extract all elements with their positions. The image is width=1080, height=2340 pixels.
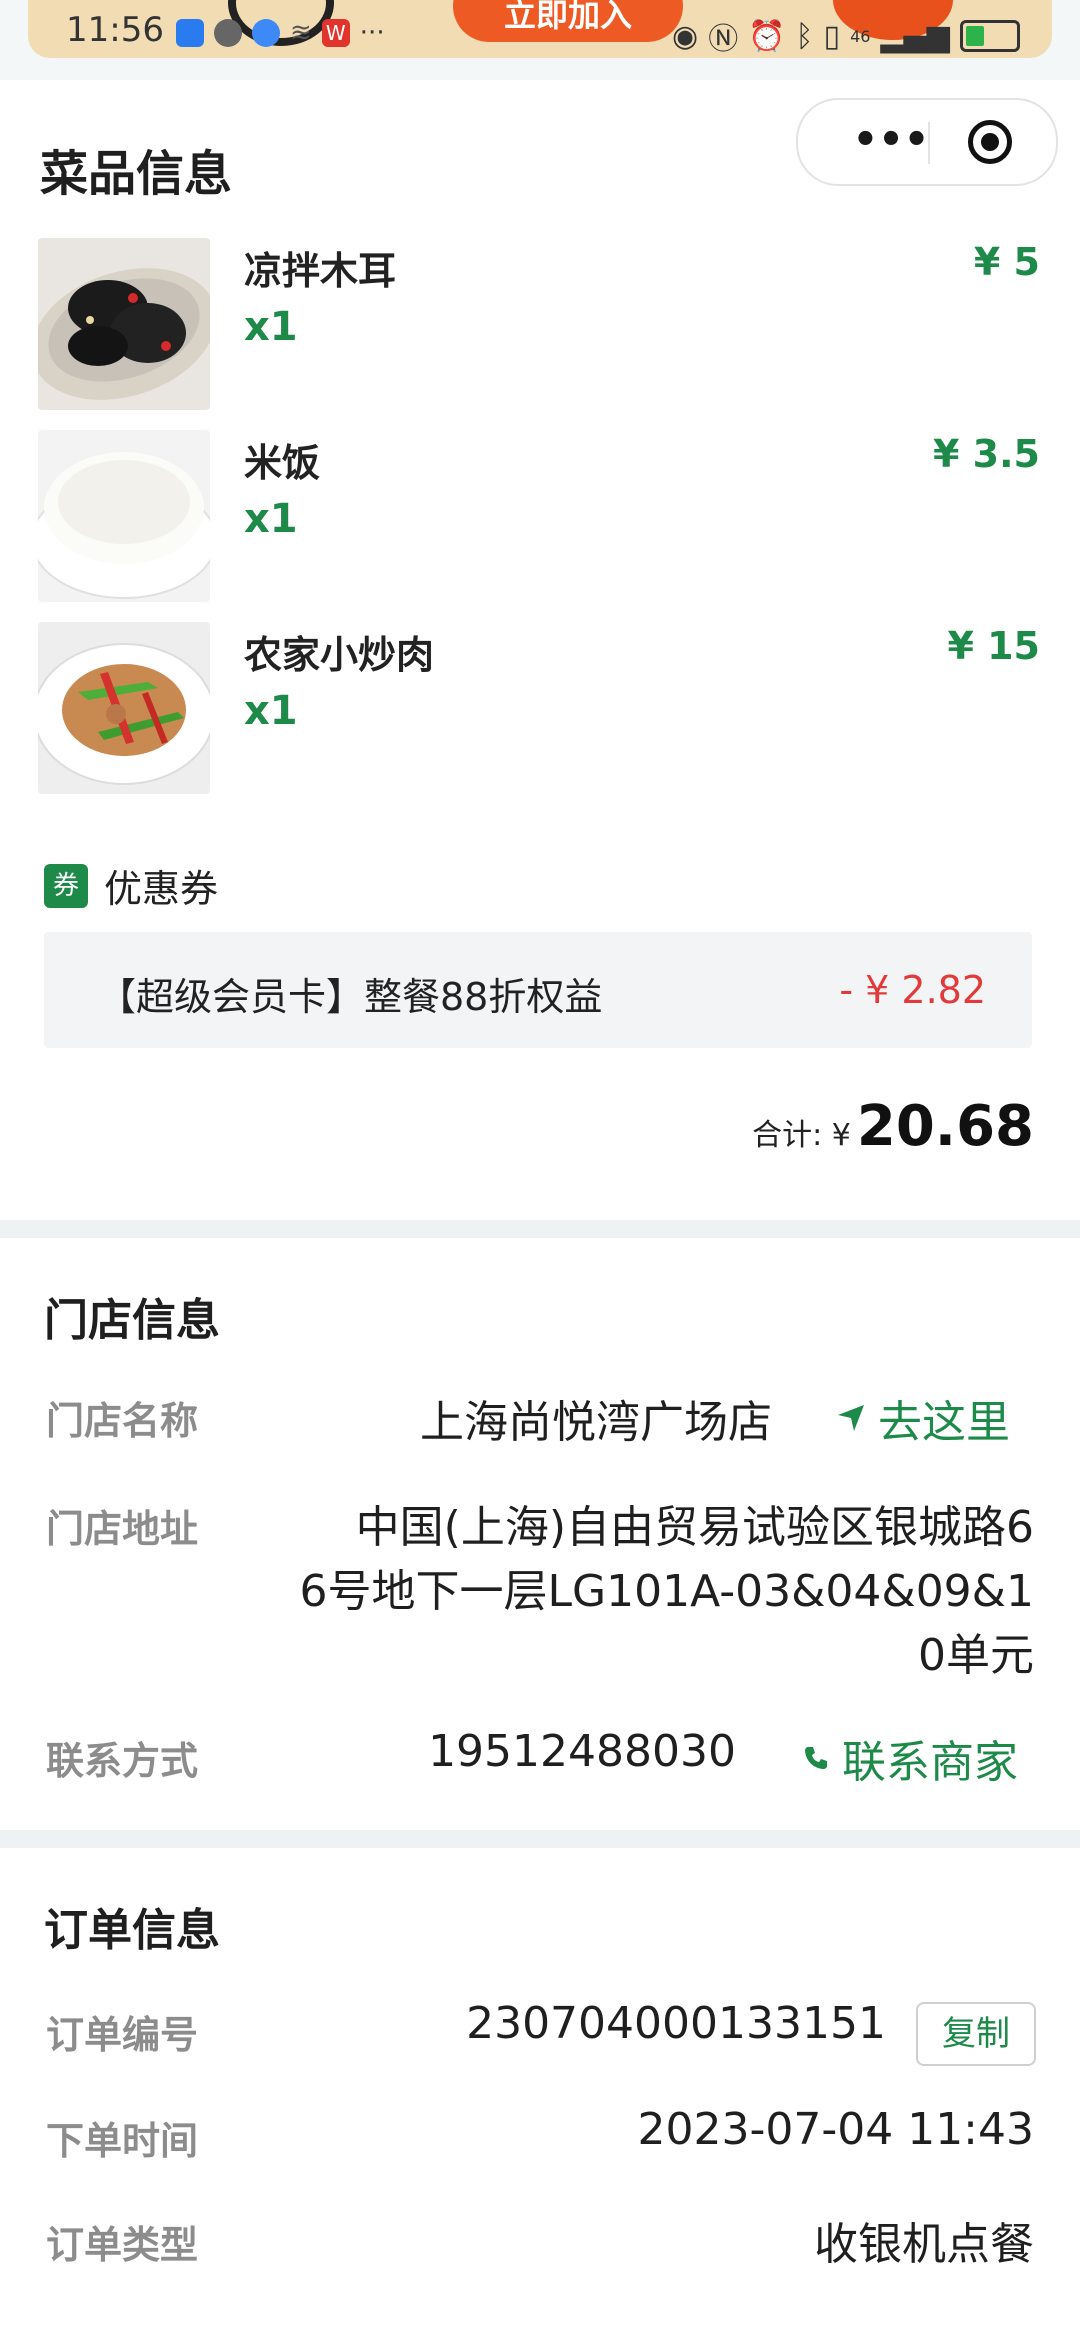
dish-quantity: x1 [244, 496, 298, 542]
dish-name: 农家小炒肉 [244, 633, 435, 677]
list-item: 农家小炒肉 x1 ¥ 15 [0, 622, 1080, 802]
network-type: 46 [850, 26, 871, 46]
browser-icon [252, 19, 280, 47]
nfc-icon: Ⓝ [708, 22, 739, 57]
dish-image [38, 238, 210, 410]
order-number-value: 230704000133151 [466, 1998, 886, 2049]
dish-price: ¥ 5 [973, 240, 1040, 284]
order-time-value: 2023-07-04 11:43 [637, 2104, 1035, 2155]
signal-icon: ▂▄▆ [880, 18, 950, 54]
dish-quantity: x1 [244, 304, 298, 350]
vibrate-icon: ▯ [823, 18, 841, 54]
miniprogram-capsule: ••• [796, 98, 1058, 186]
order-number-label: 订单编号 [46, 2013, 199, 2057]
navigate-label: 去这里 [878, 1397, 1010, 1448]
order-total: 合计: ¥ 20.68 [752, 1094, 1034, 1159]
list-item: 米饭 x1 ¥ 3.5 [0, 430, 1080, 610]
close-miniprogram-icon[interactable] [968, 120, 1012, 164]
store-contact-label: 联系方式 [46, 1739, 199, 1783]
dish-image [38, 430, 210, 602]
dish-price: ¥ 3.5 [933, 432, 1040, 476]
coupon-discount-amount: - ¥ 2.82 [839, 968, 986, 1012]
dish-image [38, 622, 210, 794]
address-line: 6号地下一层LG101A-03&04&09&1 [299, 1566, 1035, 1617]
copy-button[interactable]: 复制 [916, 2002, 1036, 2066]
navigate-arrow-icon [838, 1405, 864, 1431]
bluetooth-icon: ᛒ [795, 18, 814, 54]
more-notifications-icon: ··· [359, 18, 385, 48]
total-value: 20.68 [856, 1094, 1034, 1159]
contact-merchant-label: 联系商家 [842, 1737, 1018, 1788]
store-section-title: 门店信息 [44, 1295, 220, 1346]
section-divider [0, 1220, 1080, 1238]
phone-icon [805, 1747, 827, 1769]
list-item: 凉拌木耳 x1 ¥ 5 [0, 238, 1080, 418]
total-label: 合计: ¥ [752, 1118, 851, 1153]
eye-icon: ◉ [672, 18, 699, 54]
coupon-item: 【超级会员卡】整餐88折权益 - ¥ 2.82 [44, 932, 1032, 1048]
wps-icon: W [321, 19, 350, 47]
banner-join-button[interactable]: 立即加入 [453, 0, 683, 42]
address-line: 中国(上海)自由贸易试验区银城路6 [355, 1502, 1034, 1553]
store-address-label: 门店地址 [46, 1507, 199, 1551]
coupon-label: 优惠券 [104, 867, 219, 911]
status-right-icons: ◉ Ⓝ ⏰ ᛒ ▯ 46 ▂▄▆ [672, 14, 1020, 58]
store-name-value: 上海尚悦湾广场店 [420, 1397, 772, 1448]
section-divider [0, 1830, 1080, 1848]
dishes-section-title: 菜品信息 [40, 146, 233, 202]
store-address-value: 中国(上海)自由贸易试验区银城路6 6号地下一层LG101A-03&04&09&… [300, 1496, 1035, 1688]
address-line: 0单元 [918, 1630, 1034, 1681]
dish-quantity: x1 [244, 688, 298, 734]
alarm-icon: ⏰ [748, 18, 786, 54]
order-type-label: 订单类型 [46, 2223, 199, 2267]
status-time: 11:56 [66, 10, 164, 50]
shield-icon [176, 19, 204, 47]
battery-icon [959, 20, 1020, 52]
wifi-icon: ≋ [290, 18, 312, 48]
contact-merchant-button[interactable]: 联系商家 [802, 1726, 1018, 1790]
order-time-label: 下单时间 [46, 2119, 199, 2163]
dish-price: ¥ 15 [947, 624, 1040, 668]
dish-name: 米饭 [244, 441, 321, 485]
capsule-divider [928, 122, 930, 164]
coupon-icon: 券 [44, 863, 88, 908]
order-section-title: 订单信息 [44, 1905, 220, 1956]
dish-name: 凉拌木耳 [244, 249, 397, 293]
store-name-label: 门店名称 [46, 1399, 199, 1443]
navigate-button[interactable]: 去这里 [836, 1386, 1010, 1450]
coupon-description: 【超级会员卡】整餐88折权益 [98, 975, 603, 1019]
store-phone-value: 19512488030 [428, 1726, 736, 1777]
status-bar: 立即加入 11:56 ≋ W ··· ◉ Ⓝ ⏰ ᛒ ▯ 46 ▂▄▆ [0, 0, 1080, 80]
status-left-icons: ≋ W ··· [176, 18, 385, 48]
coupon-header: 券 优惠券 [44, 858, 218, 913]
chat-icon [214, 19, 242, 47]
order-type-value: 收银机点餐 [814, 2219, 1034, 2270]
